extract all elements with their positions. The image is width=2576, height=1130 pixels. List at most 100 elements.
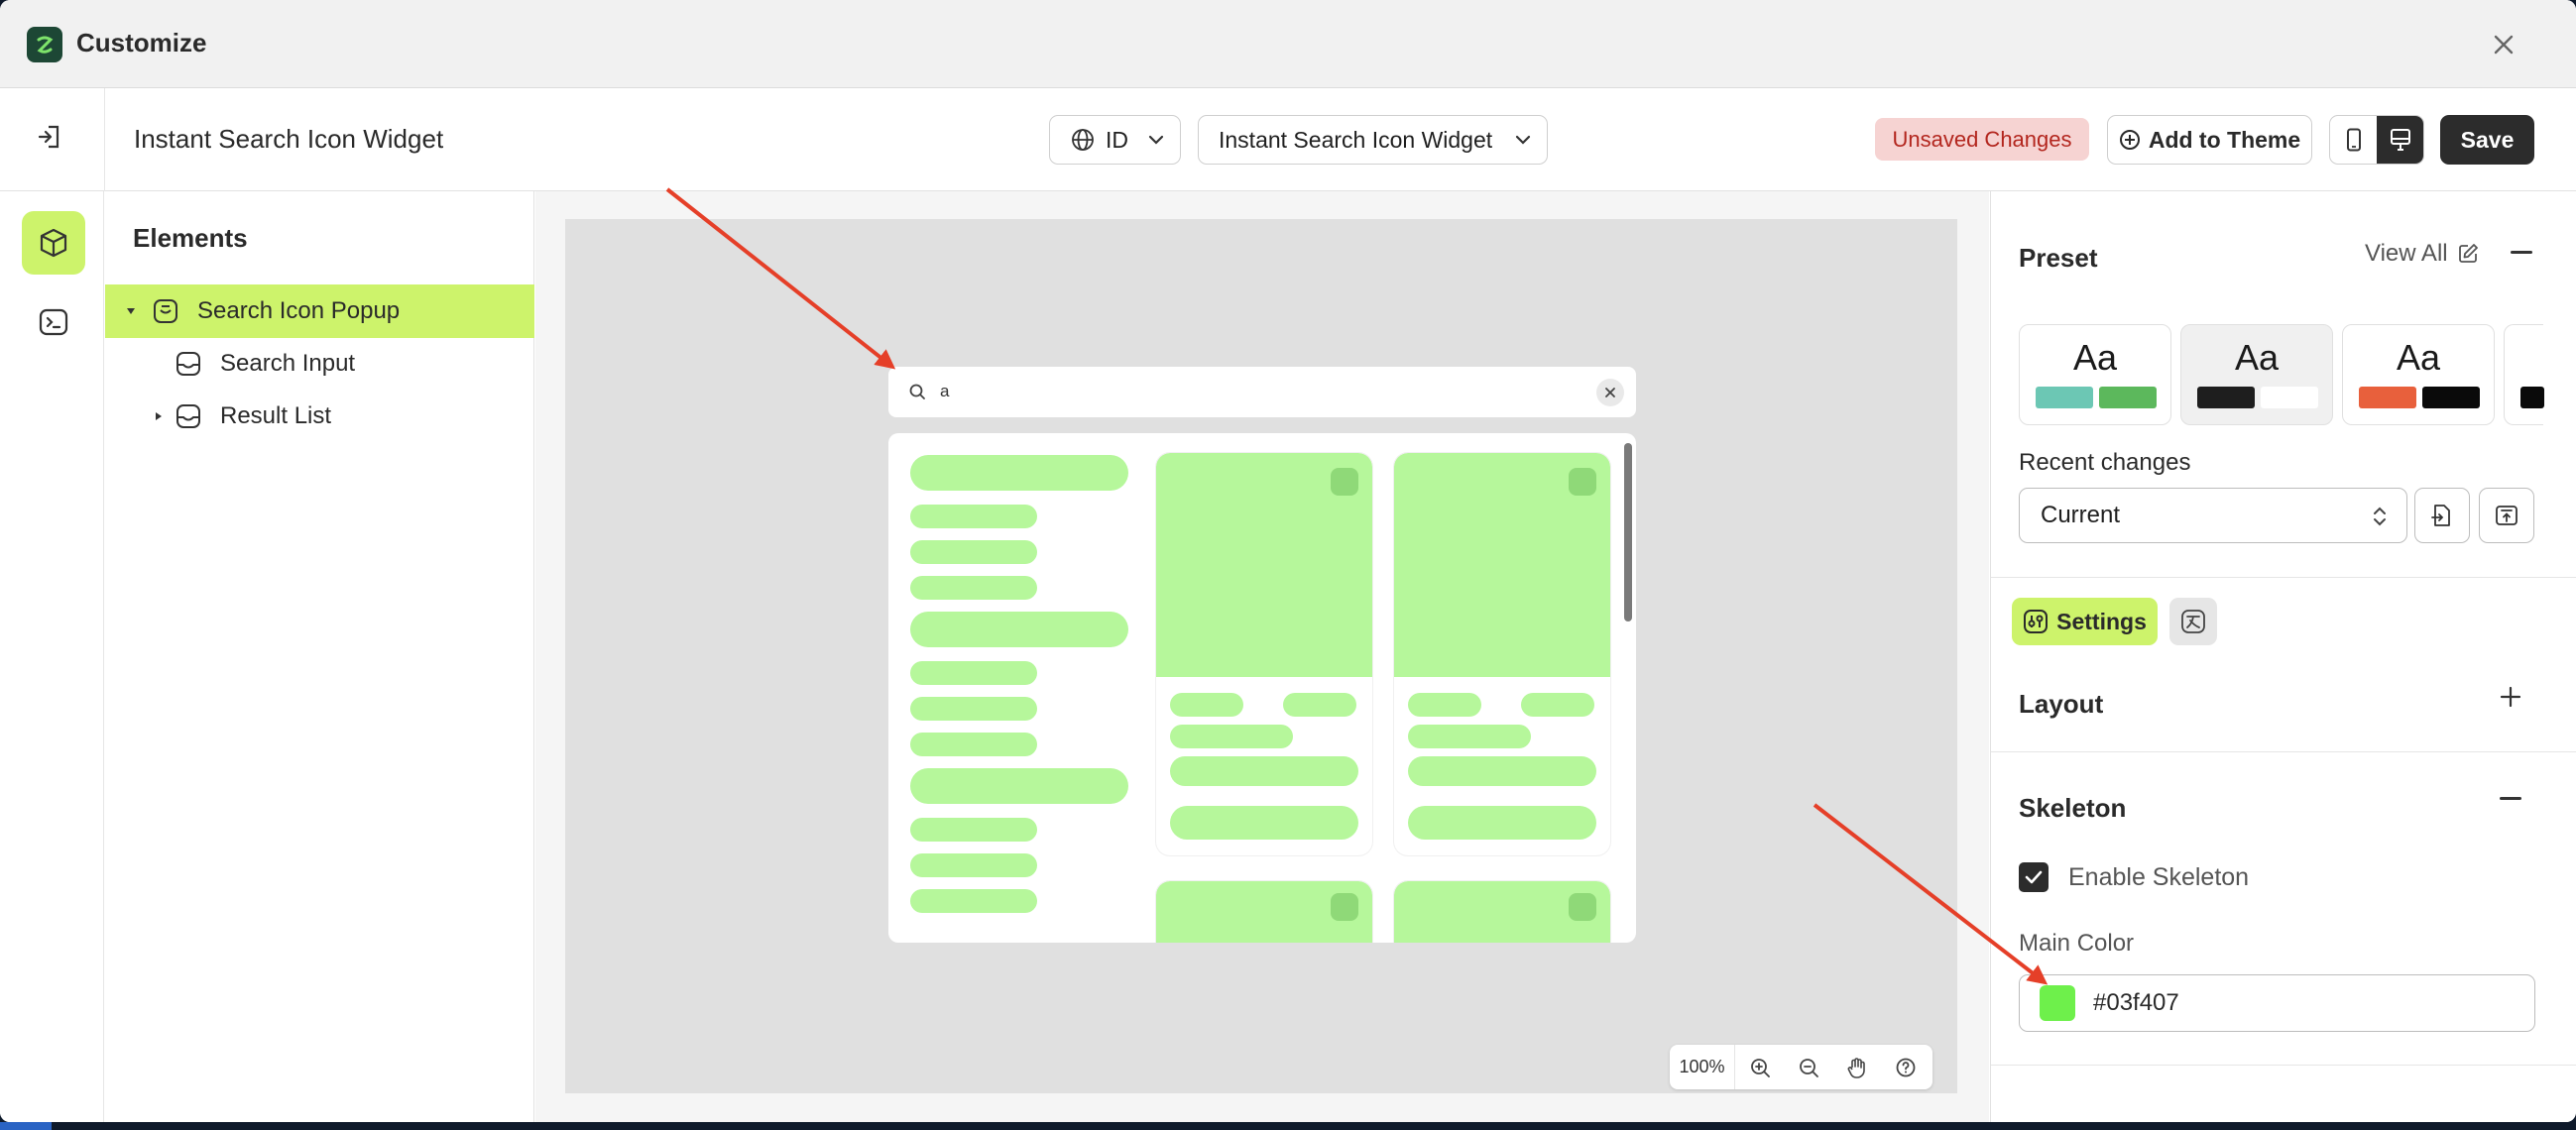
preset-sample: Aa	[2234, 337, 2280, 378]
canvas-area: a 100%	[535, 191, 1989, 1122]
skeleton-line	[910, 818, 1037, 842]
skeleton-section-title[interactable]: Skeleton	[2019, 793, 2126, 824]
save-button[interactable]: Save	[2440, 115, 2534, 165]
divider	[1991, 1065, 2576, 1066]
language-value: ID	[1106, 126, 1128, 153]
preset-card[interactable]	[2504, 324, 2544, 425]
preset-card[interactable]: Aa	[2180, 324, 2333, 425]
search-icon	[909, 384, 925, 399]
skeleton-badge	[1331, 468, 1358, 496]
elements-rail-button[interactable]	[22, 211, 85, 275]
skeleton-product-card	[1394, 881, 1610, 943]
layout-section-title[interactable]: Layout	[2019, 689, 2103, 720]
mobile-icon	[2346, 128, 2361, 152]
view-all-label: View All	[2365, 240, 2448, 267]
skeleton-line	[1170, 693, 1243, 717]
widget-select[interactable]: Instant Search Icon Widget	[1198, 115, 1548, 165]
collapse-preset-icon[interactable]	[2511, 251, 2532, 254]
import-button[interactable]	[2414, 488, 2470, 543]
input-icon	[176, 352, 200, 376]
tree-item-search-icon-popup[interactable]: Search Icon Popup	[105, 284, 534, 338]
pan-button[interactable]	[1832, 1056, 1881, 1079]
color-swatch[interactable]	[2040, 985, 2075, 1021]
customize-window: Customize Instant Search Icon Widget ID …	[0, 0, 2576, 1122]
zoom-in-button[interactable]	[1735, 1057, 1784, 1078]
help-button[interactable]	[1881, 1057, 1930, 1078]
skeleton-line	[1408, 693, 1481, 717]
popup-icon	[154, 299, 177, 323]
view-all-link[interactable]: View All	[2365, 240, 2480, 268]
skeleton-line	[910, 733, 1037, 756]
skeleton-line	[1170, 725, 1293, 748]
zoom-out-icon	[1799, 1058, 1818, 1077]
skeleton-line	[910, 697, 1037, 721]
chevron-down-icon	[1148, 135, 1164, 145]
plus-circle-icon	[2119, 130, 2140, 150]
hand-icon	[1847, 1057, 1865, 1078]
skeleton-line	[1408, 725, 1531, 748]
close-icon	[1605, 388, 1615, 397]
caret-right-icon[interactable]	[153, 411, 165, 421]
clear-search-button[interactable]	[1596, 379, 1624, 406]
desktop-icon	[2390, 129, 2410, 151]
recent-changes-value: Current	[2041, 502, 2121, 528]
check-icon	[2025, 870, 2043, 884]
settings-sliders-icon	[2024, 610, 2049, 633]
skeleton-product-card	[1156, 881, 1372, 943]
skeleton-line	[910, 540, 1037, 564]
export-button[interactable]	[2479, 488, 2534, 543]
add-to-theme-button[interactable]: Add to Theme	[2107, 115, 2312, 165]
skeleton-line	[1408, 756, 1596, 786]
skeleton-line	[910, 505, 1037, 528]
preset-swatch	[2422, 387, 2480, 408]
cube-icon	[40, 228, 67, 258]
preset-swatch	[2197, 387, 2255, 408]
device-toggle	[2329, 115, 2424, 165]
enable-skeleton-row[interactable]: Enable Skeleton	[2019, 862, 2249, 892]
tree-item-result-list[interactable]: Result List	[105, 390, 534, 443]
title-bar: Customize	[0, 0, 2576, 88]
skeleton-button	[1170, 806, 1358, 840]
enable-skeleton-checkbox[interactable]	[2019, 862, 2049, 892]
preset-swatch	[2099, 387, 2157, 408]
divider	[1991, 577, 2576, 578]
tab-ai[interactable]	[2169, 598, 2217, 645]
skeleton-button	[1408, 806, 1596, 840]
search-input-preview[interactable]: a	[888, 367, 1636, 417]
preview-canvas: a 100%	[565, 219, 1957, 1093]
terminal-icon	[39, 308, 68, 336]
preset-swatch	[2359, 387, 2416, 408]
mobile-view-button[interactable]	[2330, 116, 2377, 164]
result-scrollbar[interactable]	[1624, 443, 1632, 622]
zoom-level: 100%	[1670, 1045, 1735, 1089]
tree-item-label: Result List	[220, 402, 332, 429]
tree-item-label: Search Input	[220, 350, 356, 377]
caret-down-icon[interactable]	[125, 307, 137, 315]
preset-title: Preset	[2019, 243, 2098, 273]
expand-layout-icon[interactable]	[2500, 686, 2521, 708]
zoom-out-button[interactable]	[1784, 1057, 1832, 1078]
main-color-label: Main Color	[2019, 930, 2135, 957]
preset-card[interactable]: Aa	[2019, 324, 2171, 425]
main-color-input[interactable]: #03f407	[2019, 974, 2535, 1032]
widget-select-value: Instant Search Icon Widget	[1219, 126, 1493, 153]
taskbar-indicator	[0, 1122, 52, 1130]
left-rail	[0, 191, 104, 1122]
preset-card[interactable]: Aa	[2342, 324, 2495, 425]
tab-settings[interactable]: Settings	[2012, 598, 2158, 645]
help-icon	[1896, 1058, 1915, 1076]
collapse-skeleton-icon[interactable]	[2500, 797, 2521, 800]
app-logo-icon	[27, 27, 62, 62]
desktop-view-button[interactable]	[2377, 116, 2423, 164]
page-name: Instant Search Icon Widget	[134, 124, 444, 154]
chevron-up-down-icon	[2374, 507, 2386, 526]
skeleton-line	[910, 455, 1128, 491]
tree-item-search-input[interactable]: Search Input	[105, 337, 534, 391]
code-rail-button[interactable]	[22, 290, 85, 354]
language-select[interactable]: ID	[1049, 115, 1181, 165]
exit-icon[interactable]	[36, 122, 65, 152]
taskbar-strip	[0, 1122, 2576, 1130]
import-file-icon	[2431, 505, 2450, 526]
recent-changes-select[interactable]: Current	[2019, 488, 2407, 543]
close-icon[interactable]	[2487, 28, 2520, 61]
